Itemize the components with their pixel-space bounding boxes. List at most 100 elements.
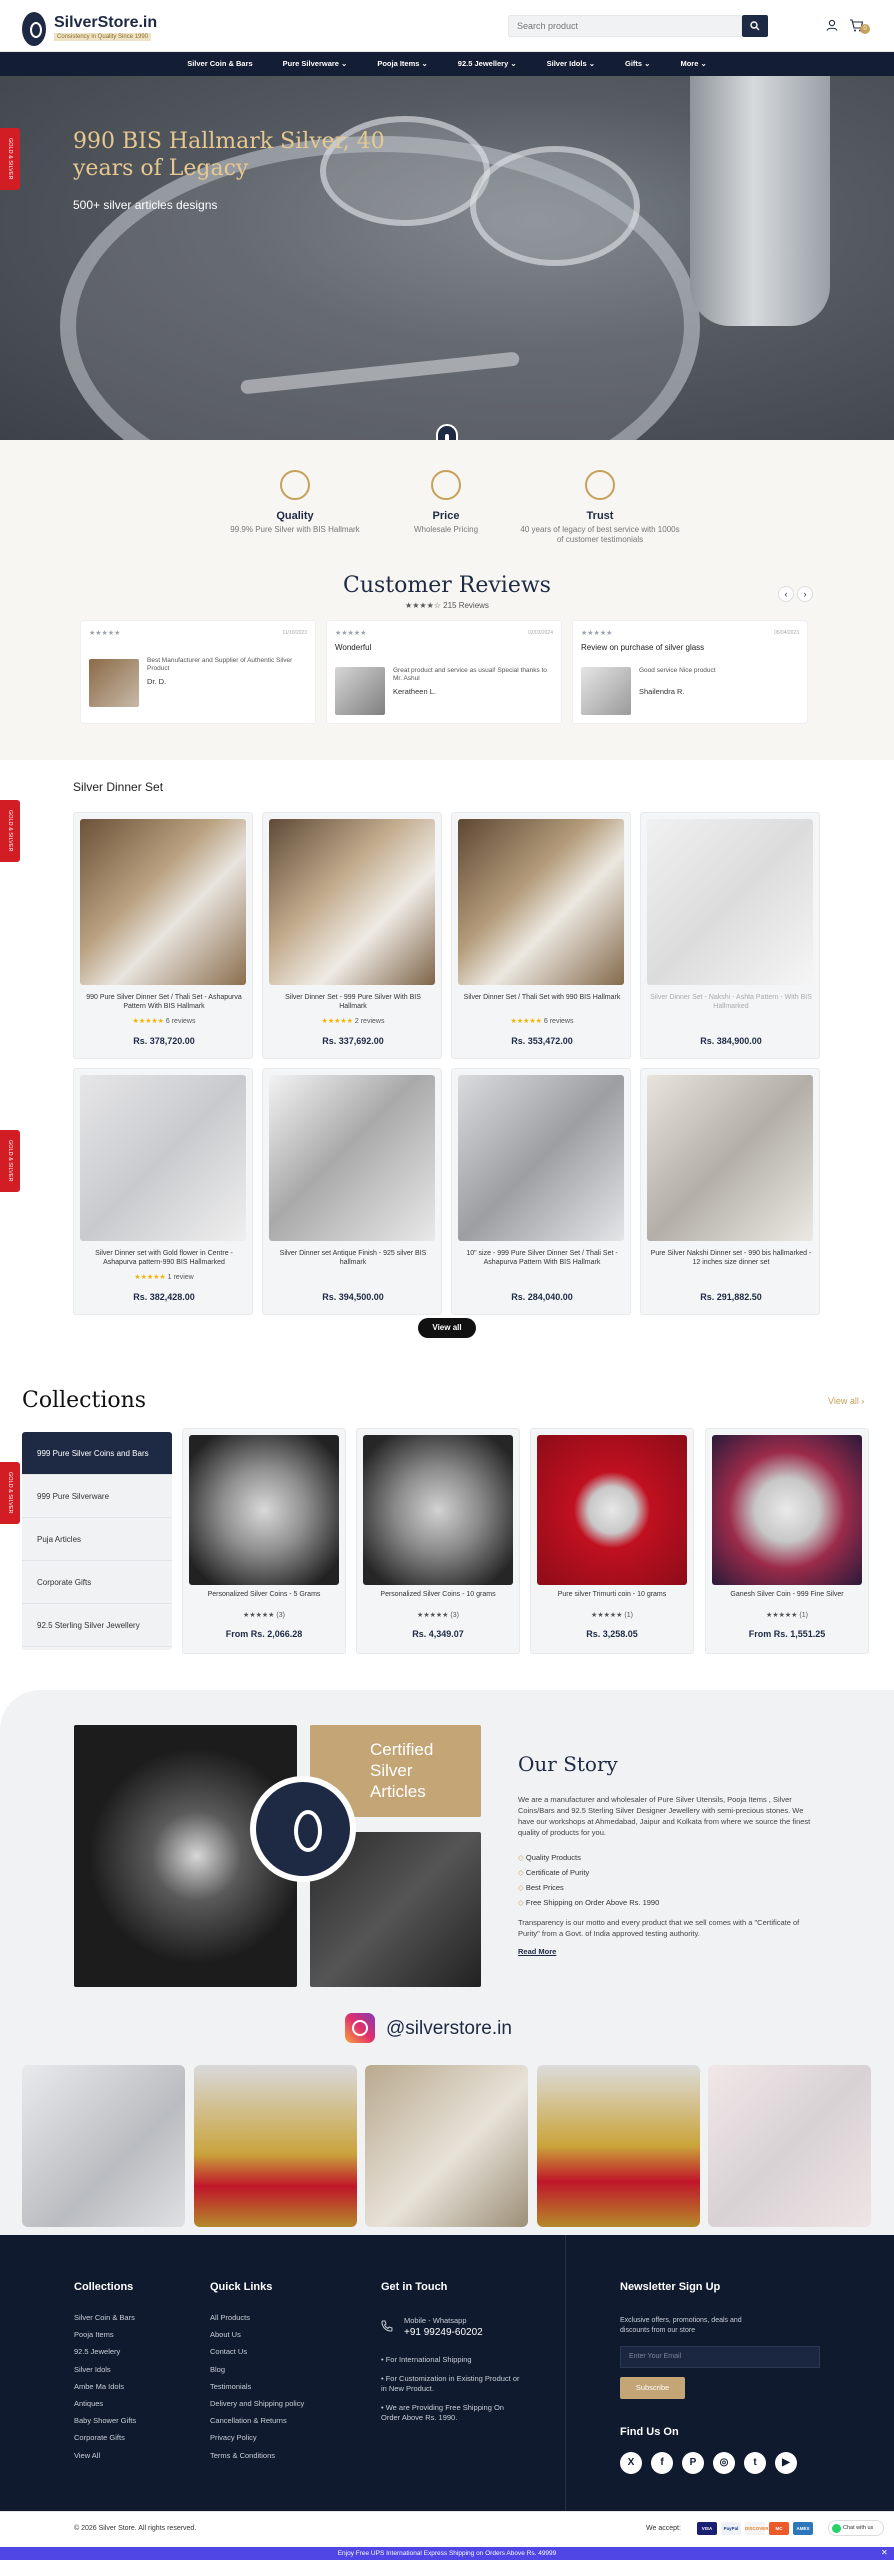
footer-quick-link[interactable]: Contact Us	[210, 2347, 247, 2356]
footer-quick-link[interactable]: Delivery and Shipping policy	[210, 2399, 304, 2408]
product-card[interactable]: Pure Silver Nakshi Dinner set - 990 bis …	[640, 1068, 820, 1315]
collection-tab-puja[interactable]: Puja Articles	[22, 1518, 172, 1561]
instagram-post[interactable]	[194, 2065, 357, 2227]
product-name[interactable]: Silver Dinner Set / Thali Set with 990 B…	[460, 993, 624, 1002]
collection-image[interactable]	[712, 1435, 862, 1585]
instagram-icon[interactable]	[345, 2013, 375, 2043]
review-card[interactable]: ★★★★★ 02/03/2024 Wonderful Great product…	[326, 620, 562, 724]
collection-card[interactable]: Ganesh Silver Coin - 999 Fine Silver ★★★★…	[705, 1428, 869, 1654]
nav-item-silver-coin[interactable]: Silver Coin & Bars	[172, 52, 267, 76]
footer-quick-link[interactable]: About Us	[210, 2330, 241, 2339]
chat-button[interactable]: Chat with us	[828, 2520, 884, 2536]
instagram-post[interactable]	[365, 2065, 528, 2227]
collection-image[interactable]	[363, 1435, 513, 1585]
collection-image[interactable]	[189, 1435, 339, 1585]
instagram-handle[interactable]: @silverstore.in	[386, 2018, 512, 2040]
read-more-link[interactable]: Read More	[518, 1947, 556, 1956]
product-card[interactable]: Silver Dinner Set - Nakshi - Ashta Patte…	[640, 812, 820, 1059]
product-card[interactable]: Silver Dinner set Antique Finish - 925 s…	[262, 1068, 442, 1315]
side-promo-tab[interactable]: GOLD & SILVER	[0, 800, 20, 862]
product-image[interactable]	[458, 1075, 624, 1241]
close-icon[interactable]: ✕	[881, 2548, 888, 2557]
footer-quick-link[interactable]: Testimonials	[210, 2382, 251, 2391]
footer-collection-link[interactable]: Silver Idols	[74, 2365, 111, 2374]
youtube-icon[interactable]: ▶	[775, 2452, 797, 2474]
pinterest-icon[interactable]: P	[682, 2452, 704, 2474]
side-promo-tab[interactable]: GOLD & SILVER	[0, 128, 20, 190]
product-name[interactable]: Silver Dinner set with Gold flower in Ce…	[82, 1249, 246, 1267]
footer-collection-link[interactable]: Antiques	[74, 2399, 103, 2408]
reviews-prev-button[interactable]: ‹	[778, 586, 794, 602]
nav-item-silver-idols[interactable]: Silver Idols ⌄	[532, 52, 610, 76]
tumblr-icon[interactable]: t	[744, 2452, 766, 2474]
nav-item-pooja-items[interactable]: Pooja Items ⌄	[362, 52, 442, 76]
nav-item-jewellery[interactable]: 92.5 Jewellery ⌄	[443, 52, 532, 76]
search-input[interactable]	[508, 15, 742, 37]
footer-collection-link[interactable]: Silver Coin & Bars	[74, 2313, 135, 2322]
product-card[interactable]: 10" size - 999 Pure Silver Dinner Set / …	[451, 1068, 631, 1315]
collection-name[interactable]: Ganesh Silver Coin - 999 Fine Silver	[712, 1591, 862, 1598]
review-card[interactable]: ★★★★★ 11/10/2023 Best Manufacturer and S…	[80, 620, 316, 724]
newsletter-email-input[interactable]: Enter Your Email	[620, 2346, 820, 2368]
account-icon[interactable]	[826, 19, 838, 31]
footer-collection-link[interactable]: View All	[74, 2451, 100, 2460]
collection-card[interactable]: Personalized Silver Coins - 10 grams ★★★★…	[356, 1428, 520, 1654]
product-image[interactable]	[647, 1075, 813, 1241]
product-name[interactable]: Silver Dinner Set - Nakshi - Ashta Patte…	[649, 993, 813, 1011]
collection-name[interactable]: Personalized Silver Coins - 10 grams	[363, 1591, 513, 1598]
instagram-post[interactable]	[22, 2065, 185, 2227]
nav-item-gifts[interactable]: Gifts ⌄	[610, 52, 665, 76]
nav-item-pure-silverware[interactable]: Pure Silverware ⌄	[268, 52, 363, 76]
side-promo-tab[interactable]: GOLD & SILVER	[0, 1462, 20, 1524]
product-image[interactable]	[269, 819, 435, 985]
search-button[interactable]	[742, 15, 768, 37]
instagram-post[interactable]	[537, 2065, 700, 2227]
footer-quick-link[interactable]: Privacy Policy	[210, 2433, 257, 2442]
subscribe-button[interactable]: Subscribe	[620, 2377, 685, 2399]
product-card[interactable]: Silver Dinner Set - 999 Pure Silver With…	[262, 812, 442, 1059]
reviews-next-button[interactable]: ›	[797, 586, 813, 602]
footer-collection-link[interactable]: Ambe Ma Idols	[74, 2382, 124, 2391]
product-image[interactable]	[458, 819, 624, 985]
view-all-button[interactable]: View all	[418, 1318, 476, 1338]
brand-name[interactable]: SilverStore.in	[54, 14, 157, 32]
collection-tab-jewellery[interactable]: 92.5 Sterling Silver Jewellery	[22, 1604, 172, 1647]
footer-quick-link[interactable]: Terms & Conditions	[210, 2451, 275, 2460]
collection-tab-coins[interactable]: 999 Pure Silver Coins and Bars	[22, 1432, 172, 1475]
product-card[interactable]: 990 Pure Silver Dinner Set / Thali Set -…	[73, 812, 253, 1059]
instagram-icon[interactable]: ◎	[713, 2452, 735, 2474]
product-image[interactable]	[647, 819, 813, 985]
facebook-icon[interactable]: f	[651, 2452, 673, 2474]
footer-collection-link[interactable]: 92.5 Jewelery	[74, 2347, 120, 2356]
nav-item-more[interactable]: More ⌄	[665, 52, 721, 76]
instagram-post[interactable]	[708, 2065, 871, 2227]
footer-collection-link[interactable]: Pooja Items	[74, 2330, 114, 2339]
collections-view-all-link[interactable]: View all ›	[828, 1396, 864, 1406]
product-image[interactable]	[269, 1075, 435, 1241]
collection-name[interactable]: Pure silver Trimurti coin - 10 grams	[537, 1591, 687, 1598]
collection-card[interactable]: Pure silver Trimurti coin - 10 grams ★★★★…	[530, 1428, 694, 1654]
collection-tab-silverware[interactable]: 999 Pure Silverware	[22, 1475, 172, 1518]
product-name[interactable]: 10" size - 999 Pure Silver Dinner Set / …	[460, 1249, 624, 1267]
footer-quick-link[interactable]: Cancellation & Returns	[210, 2416, 287, 2425]
review-card[interactable]: ★★★★★ 05/04/2023 Review on purchase of s…	[572, 620, 808, 724]
product-card[interactable]: Silver Dinner Set / Thali Set with 990 B…	[451, 812, 631, 1059]
product-name[interactable]: Silver Dinner set Antique Finish - 925 s…	[271, 1249, 435, 1267]
footer-collection-link[interactable]: Corporate Gifts	[74, 2433, 125, 2442]
product-name[interactable]: Silver Dinner Set - 999 Pure Silver With…	[271, 993, 435, 1011]
product-name[interactable]: Pure Silver Nakshi Dinner set - 990 bis …	[649, 1249, 813, 1267]
product-card[interactable]: Silver Dinner set with Gold flower in Ce…	[73, 1068, 253, 1315]
collection-image[interactable]	[537, 1435, 687, 1585]
reviews-summary[interactable]: ★★★★☆ 215 Reviews	[0, 601, 894, 610]
phone-number[interactable]: +91 99249-60202	[404, 2327, 483, 2338]
product-image[interactable]	[80, 1075, 246, 1241]
logo-icon[interactable]	[22, 12, 46, 46]
product-image[interactable]	[80, 819, 246, 985]
footer-quick-link[interactable]: All Products	[210, 2313, 250, 2322]
x-twitter-icon[interactable]: X	[620, 2452, 642, 2474]
collection-name[interactable]: Personalized Silver Coins - 5 Grams	[189, 1591, 339, 1598]
footer-collection-link[interactable]: Baby Shower Gifts	[74, 2416, 136, 2425]
collection-tab-corporate[interactable]: Corporate Gifts	[22, 1561, 172, 1604]
footer-quick-link[interactable]: Blog	[210, 2365, 225, 2374]
collection-card[interactable]: Personalized Silver Coins - 5 Grams ★★★★★…	[182, 1428, 346, 1654]
